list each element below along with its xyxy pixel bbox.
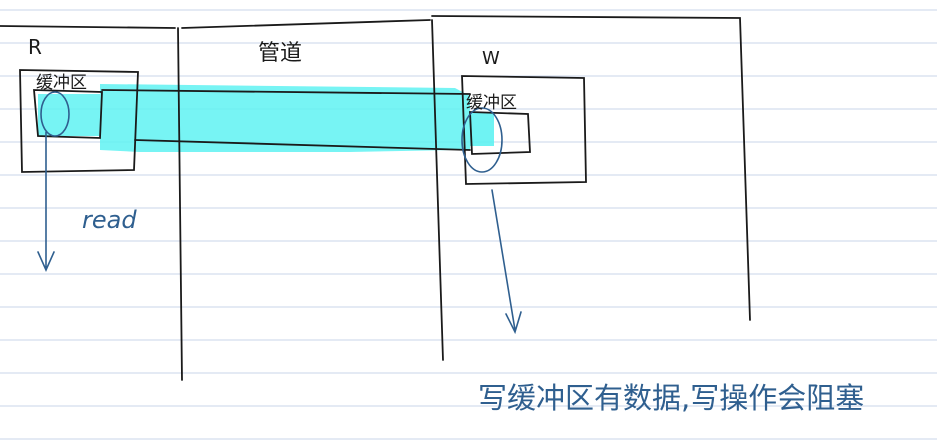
writer-process-box: [431, 15, 751, 361]
writer-buffer-fill: [470, 112, 494, 146]
read-label: read: [82, 206, 137, 234]
middle-divider-top: [181, 19, 431, 29]
writer-label: W: [482, 48, 500, 69]
writer-buffer-label: 缓冲区: [466, 93, 517, 113]
reader-buffer-label: 缓冲区: [36, 73, 87, 93]
pipe-diagram-canvas: R W 缓冲区 缓冲区 管道 read 写缓冲区有数据,写操作会阻塞: [0, 0, 937, 440]
write-arrow: [491, 189, 522, 335]
ruled-lines: [0, 9, 937, 440]
pipe-label: 管道: [258, 41, 302, 66]
reader-label: R: [28, 35, 42, 59]
write-block-note: 写缓冲区有数据,写操作会阻塞: [478, 381, 864, 415]
reader-process-box: [0, 25, 183, 381]
read-arrow: [37, 131, 55, 272]
diagram-svg: R W 缓冲区 缓冲区 管道 read 写缓冲区有数据,写操作会阻塞: [0, 9, 937, 440]
